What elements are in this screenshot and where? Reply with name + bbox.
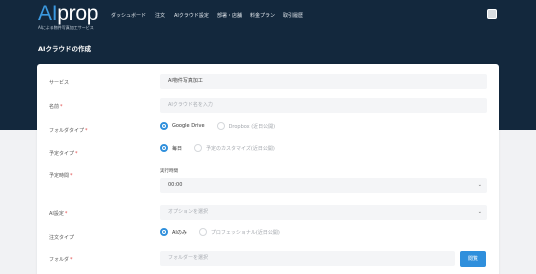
schedule-time-select[interactable]: 00:00 ⌄ (160, 178, 487, 193)
nav-item-orders[interactable]: 注文 (155, 12, 165, 19)
option-custom-schedule[interactable]: 予定のカスタマイズ(近日公開) (206, 145, 275, 152)
service-field: AI物件写真加工 (160, 74, 487, 89)
user-avatar[interactable] (487, 9, 497, 19)
page-title: AIクラウドの作成 (38, 45, 91, 53)
form-card (37, 64, 499, 274)
radio-ai-only[interactable] (160, 228, 168, 236)
folder-input[interactable]: フォルダーを選択 (160, 251, 455, 266)
order-type-radio-group: AIのみ プロフェッショナル(近日公開) (160, 228, 280, 236)
schedule-type-label: 予定タイプ* (49, 151, 78, 157)
nav-item-pricing[interactable]: 料金プラン (250, 12, 275, 19)
schedule-time-value: 00:00 (168, 182, 183, 188)
schedule-type-radio-group: 毎日 予定のカスタマイズ(近日公開) (160, 144, 275, 152)
nav-item-ai-cloud-settings[interactable]: AIクラウド設定 (174, 12, 209, 19)
folder-label: フォルダ* (49, 257, 73, 263)
folder-type-label: フォルダタイプ* (49, 128, 88, 134)
folder-type-radio-group: Google Drive Dropbox (近日公開) (160, 122, 275, 130)
radio-professional[interactable] (198, 228, 207, 236)
option-daily[interactable]: 毎日 (172, 145, 182, 152)
option-google-drive[interactable]: Google Drive (172, 123, 205, 129)
ai-setting-label: AI設定* (49, 211, 68, 217)
nav-item-dashboard[interactable]: ダッシュボード (111, 12, 146, 19)
ai-setting-placeholder: オプションを選択 (168, 209, 209, 215)
schedule-time-label: 予定時間* (49, 173, 73, 179)
radio-daily[interactable] (160, 144, 168, 152)
option-ai-only[interactable]: AIのみ (172, 229, 187, 236)
browse-button[interactable]: 閲覧 (460, 251, 486, 267)
name-label: 名前* (49, 104, 63, 110)
execution-time-label: 実行時間 (160, 169, 178, 174)
radio-dropbox[interactable] (216, 122, 225, 130)
brand-logo[interactable]: AIprop AIによる物件写真加工サービス (38, 3, 98, 31)
top-navigation: AIprop AIによる物件写真加工サービス ダッシュボード 注文 AIクラウド… (0, 0, 536, 32)
radio-google-drive[interactable] (160, 122, 168, 130)
service-label: サービス (49, 80, 70, 86)
ai-setting-select[interactable]: オプションを選択 ⌄ (160, 205, 487, 220)
radio-custom-schedule[interactable] (194, 144, 203, 152)
nav-item-departments[interactable]: 部署・店舗 (217, 12, 242, 19)
option-dropbox[interactable]: Dropbox (近日公開) (229, 123, 276, 130)
chevron-down-icon: ⌄ (477, 182, 482, 188)
nav-item-transactions[interactable]: 取引履歴 (283, 12, 303, 19)
name-input[interactable]: AIクラウド名を入力 (160, 98, 487, 113)
order-type-label: 注文タイプ (49, 235, 75, 241)
chevron-down-icon: ⌄ (477, 209, 482, 215)
brand-tagline: AIによる物件写真加工サービス (38, 25, 94, 30)
option-professional[interactable]: プロフェッショナル(近日公開) (211, 229, 280, 236)
